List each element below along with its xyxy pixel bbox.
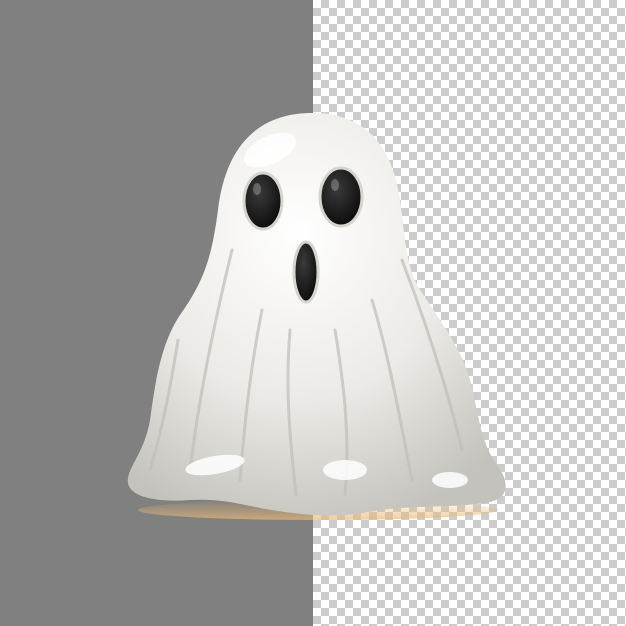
right-eye-shine [331, 179, 339, 191]
mouth [292, 240, 320, 304]
ghost-body [127, 113, 506, 516]
left-eye-shine [253, 183, 261, 195]
left-eye [242, 171, 284, 231]
right-eye [318, 166, 364, 228]
ghost-illustration [127, 113, 506, 520]
image-canvas [0, 0, 626, 626]
